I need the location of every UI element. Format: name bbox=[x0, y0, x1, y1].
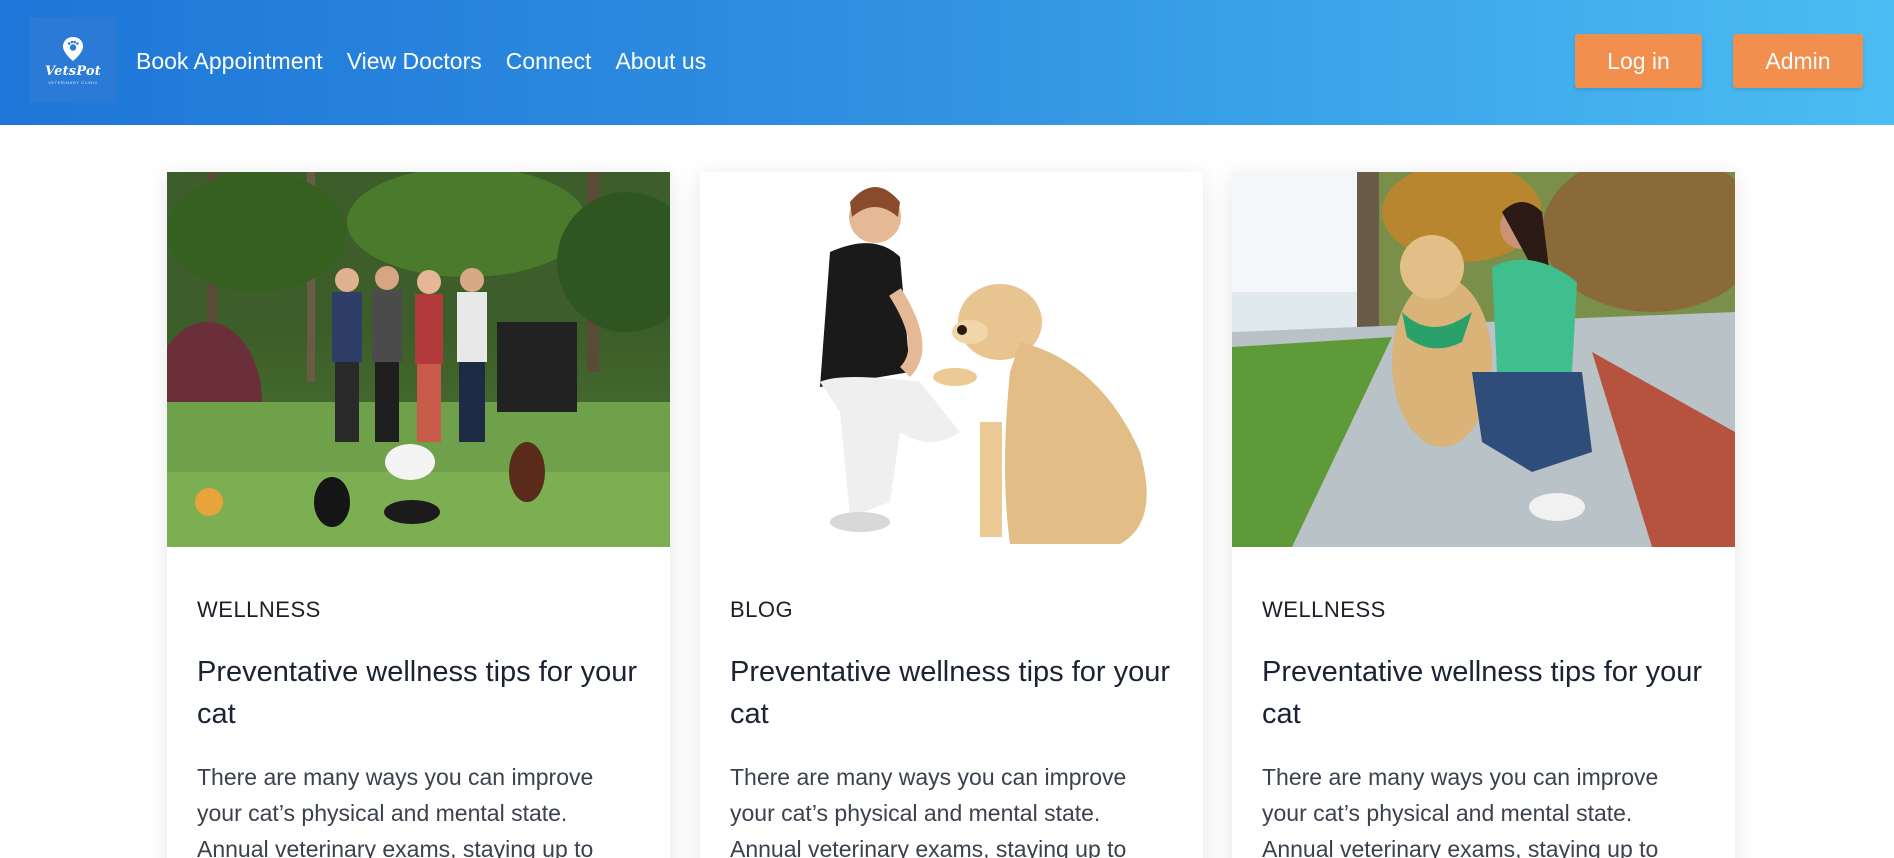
card-image[interactable] bbox=[167, 172, 670, 547]
nav-book-appointment[interactable]: Book Appointment bbox=[136, 44, 323, 78]
group-with-dogs-photo bbox=[167, 172, 670, 547]
nav-about-us[interactable]: About us bbox=[615, 44, 706, 78]
card-image[interactable] bbox=[1232, 172, 1735, 547]
card-category: BLOG bbox=[730, 597, 794, 622]
woman-petting-dog-on-sidewalk-photo bbox=[1232, 172, 1735, 547]
logo-tagline: VETERINARY CLINIC bbox=[48, 79, 98, 85]
blog-card[interactable]: BLOG Preventative wellness tips for your… bbox=[700, 172, 1203, 858]
blog-card[interactable]: WELLNESS Preventative wellness tips for … bbox=[1232, 172, 1735, 858]
card-excerpt: There are many ways you can improve your… bbox=[197, 764, 594, 858]
card-image[interactable] bbox=[700, 172, 1203, 547]
card-title[interactable]: Preventative wellness tips for your cat bbox=[1262, 651, 1705, 735]
woman-with-golden-retriever-photo bbox=[700, 172, 1203, 547]
paw-pin-icon bbox=[63, 36, 83, 61]
logo-wordmark: VetsPot bbox=[45, 63, 101, 79]
blog-card[interactable]: WELLNESS Preventative wellness tips for … bbox=[167, 172, 670, 858]
login-button[interactable]: Log in bbox=[1575, 34, 1702, 88]
card-title[interactable]: Preventative wellness tips for your cat bbox=[197, 651, 640, 735]
nav-connect[interactable]: Connect bbox=[506, 44, 592, 78]
admin-button[interactable]: Admin bbox=[1733, 34, 1863, 88]
card-excerpt: There are many ways you can improve your… bbox=[730, 764, 1127, 858]
card-category: WELLNESS bbox=[197, 597, 321, 622]
card-title[interactable]: Preventative wellness tips for your cat bbox=[730, 651, 1173, 735]
top-navbar: VetsPot VETERINARY CLINIC Book Appointme… bbox=[0, 0, 1894, 125]
card-category: WELLNESS bbox=[1262, 597, 1386, 622]
main-nav: Book Appointment View Doctors Connect Ab… bbox=[136, 44, 730, 78]
card-excerpt: There are many ways you can improve your… bbox=[1262, 764, 1659, 858]
vetspot-logo[interactable]: VetsPot VETERINARY CLINIC bbox=[30, 17, 116, 103]
nav-view-doctors[interactable]: View Doctors bbox=[347, 44, 482, 78]
